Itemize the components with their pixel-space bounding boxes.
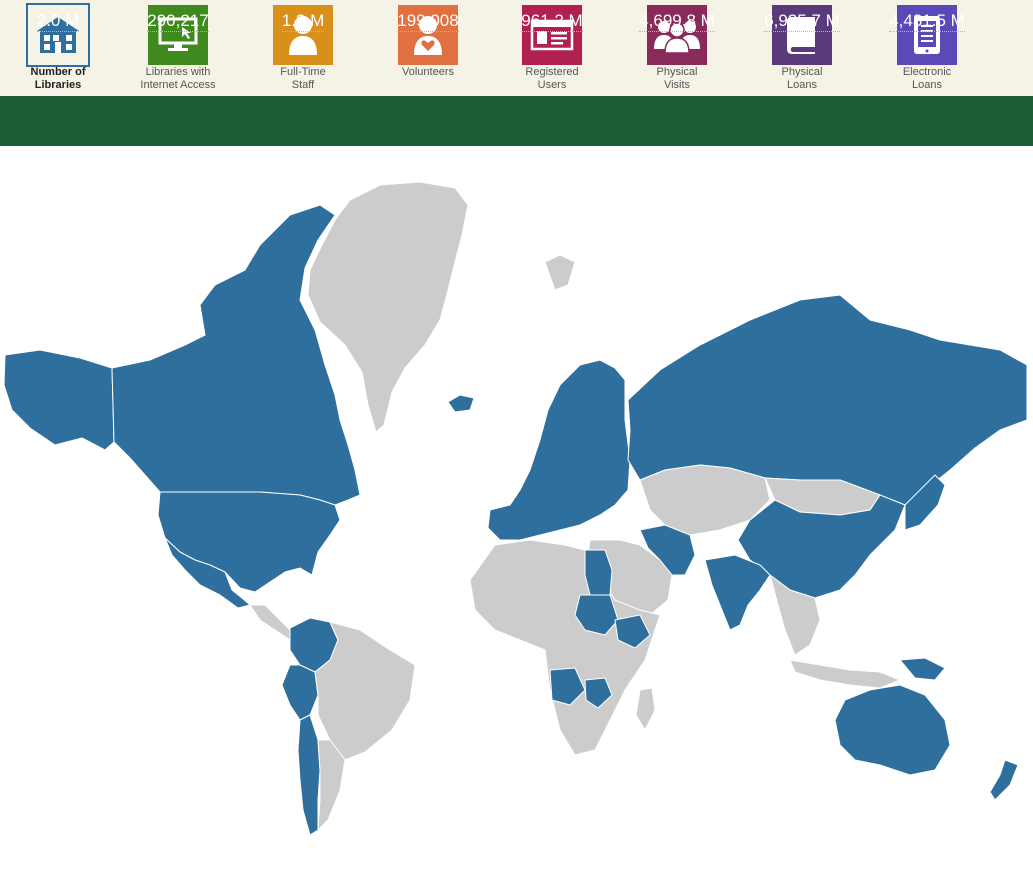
stat-volunteers[interactable]: 199,008	[370, 11, 486, 32]
region-peru[interactable]	[281, 664, 319, 721]
tab-label: Number of Libraries	[30, 66, 86, 91]
stat-physical-visits[interactable]: 4,699.8 M	[619, 11, 735, 32]
tab-label: Physical Loans	[781, 66, 823, 91]
region-united-states[interactable]	[157, 491, 341, 593]
region-australia[interactable]	[834, 684, 951, 776]
stat-full-time-staff[interactable]: 1.3 M	[245, 11, 361, 32]
stat-number-of-libraries[interactable]: 2.0 M	[0, 11, 116, 32]
tab-label: Full-Time Staff	[280, 66, 326, 91]
stat-physical-loans[interactable]: 6,935.7 M	[744, 11, 860, 32]
tab-label: Registered Users	[525, 66, 579, 91]
region-new-zealand[interactable]	[989, 759, 1019, 801]
region-svalbard[interactable]	[544, 254, 576, 291]
region-madagascar[interactable]	[635, 687, 656, 731]
stat-registered-users[interactable]: 961.2 M	[494, 11, 610, 32]
metric-values-bar	[0, 96, 1033, 146]
region-alaska[interactable]	[3, 349, 115, 451]
world-map	[0, 150, 1033, 871]
tab-label: Volunteers	[402, 66, 454, 78]
tab-label: Physical Visits	[656, 66, 698, 91]
region-iceland[interactable]	[447, 394, 475, 413]
tab-label: Electronic Loans	[902, 66, 952, 91]
stat-internet-access[interactable]: 290,217	[120, 11, 236, 32]
region-europe[interactable]	[487, 359, 631, 541]
tab-label: Libraries with Internet Access	[140, 66, 216, 91]
region-india[interactable]	[704, 554, 771, 631]
region-indonesia[interactable]	[789, 659, 901, 689]
region-papua-new-guinea[interactable]	[899, 657, 946, 681]
region-chile[interactable]	[297, 714, 321, 836]
world-map-svg	[3, 181, 1028, 836]
region-central-america[interactable]	[249, 604, 296, 641]
stat-electronic-loans[interactable]: 4,431.5 M	[869, 11, 985, 32]
